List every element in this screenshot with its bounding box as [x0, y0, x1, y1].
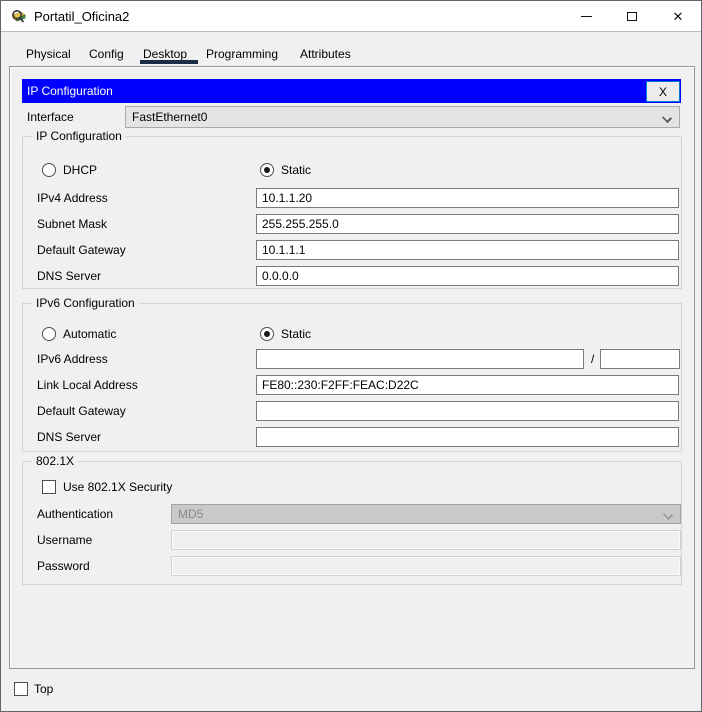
tab-attributes[interactable]: Attributes: [300, 47, 351, 61]
interface-label: Interface: [27, 110, 74, 124]
ip-configuration-group: IP Configuration DHCP Static IPv4 Addres…: [22, 129, 682, 289]
desktop-panel: IP Configuration X Interface FastEtherne…: [9, 66, 695, 669]
dialog-close-button[interactable]: X: [646, 81, 680, 102]
tab-programming[interactable]: Programming: [206, 47, 278, 61]
subnet-mask-label: Subnet Mask: [37, 217, 108, 231]
ipv6-automatic-radio-label[interactable]: Automatic: [63, 324, 116, 344]
interface-value: FastEthernet0: [132, 110, 208, 124]
top-checkbox-label[interactable]: Top: [34, 679, 53, 699]
window-title: Portatil_Oficina2: [34, 9, 130, 24]
interface-dropdown[interactable]: FastEthernet0: [125, 106, 680, 128]
maximize-icon: [627, 11, 637, 21]
window-controls: ✕: [563, 1, 701, 31]
ipv6-static-radio[interactable]: [260, 327, 274, 341]
ipv6-address-input[interactable]: [256, 349, 584, 369]
ipv6-dns-server-label: DNS Server: [37, 430, 102, 444]
ipv4-address-input[interactable]: [256, 188, 679, 208]
username-input: [171, 530, 681, 550]
titlebar: Portatil_Oficina2 ✕: [1, 1, 701, 32]
authentication-dropdown: MD5: [171, 504, 681, 524]
dot1x-group-label: 802.1X: [32, 454, 79, 468]
maximize-button[interactable]: [609, 1, 655, 31]
device-window: Portatil_Oficina2 ✕ Physical Config Desk…: [0, 0, 702, 712]
packet-tracer-icon: [12, 10, 26, 23]
dns-server-input[interactable]: [256, 266, 679, 286]
ipv4-static-radio-label[interactable]: Static: [281, 160, 311, 180]
close-button[interactable]: ✕: [655, 1, 701, 31]
ipv6-default-gateway-label: Default Gateway: [37, 404, 126, 418]
dialog-title: IP Configuration: [27, 84, 113, 98]
ipv4-static-radio[interactable]: [260, 163, 274, 177]
authentication-label: Authentication: [37, 507, 114, 521]
ip-group-label: IP Configuration: [32, 129, 126, 143]
ipv6-group-label: IPv6 Configuration: [32, 296, 139, 310]
dns-server-label: DNS Server: [37, 269, 102, 283]
use-dot1x-security-checkbox[interactable]: [42, 480, 56, 494]
ipv6-prefix-input[interactable]: [600, 349, 680, 369]
password-label: Password: [37, 559, 90, 573]
ipv6-address-label: IPv6 Address: [37, 352, 108, 366]
ipv6-dns-server-input[interactable]: [256, 427, 679, 447]
tab-desktop[interactable]: Desktop: [143, 47, 187, 61]
dot1x-group: 802.1X Use 802.1X Security Authenticatio…: [22, 454, 682, 585]
authentication-value: MD5: [178, 507, 204, 521]
use-dot1x-security-label[interactable]: Use 802.1X Security: [63, 477, 172, 497]
ip-configuration-titlebar: IP Configuration: [22, 79, 681, 103]
ipv6-automatic-radio[interactable]: [42, 327, 56, 341]
ipv4-address-label: IPv4 Address: [37, 191, 108, 205]
active-tab-underline: [140, 60, 198, 64]
chevron-down-icon: [662, 509, 674, 521]
ipv6-configuration-group: IPv6 Configuration Automatic Static IPv6…: [22, 296, 682, 452]
top-checkbox[interactable]: [14, 682, 28, 696]
default-gateway-input[interactable]: [256, 240, 679, 260]
default-gateway-label: Default Gateway: [37, 243, 126, 257]
dhcp-radio[interactable]: [42, 163, 56, 177]
password-input: [171, 556, 681, 576]
link-local-address-label: Link Local Address: [37, 378, 138, 392]
ipv6-prefix-separator: /: [591, 352, 595, 366]
ipv6-static-radio-label[interactable]: Static: [281, 324, 311, 344]
minimize-button[interactable]: [563, 1, 609, 31]
ipv6-default-gateway-input[interactable]: [256, 401, 679, 421]
link-local-address-input[interactable]: [256, 375, 679, 395]
tab-config[interactable]: Config: [89, 47, 124, 61]
subnet-mask-input[interactable]: [256, 214, 679, 234]
close-icon: ✕: [672, 8, 684, 24]
username-label: Username: [37, 533, 93, 547]
tabbar: Physical Config Desktop Programming Attr…: [1, 33, 701, 66]
minimize-icon: [580, 15, 592, 17]
tab-physical[interactable]: Physical: [26, 47, 71, 61]
chevron-down-icon: [661, 112, 673, 124]
dhcp-radio-label[interactable]: DHCP: [63, 160, 97, 180]
